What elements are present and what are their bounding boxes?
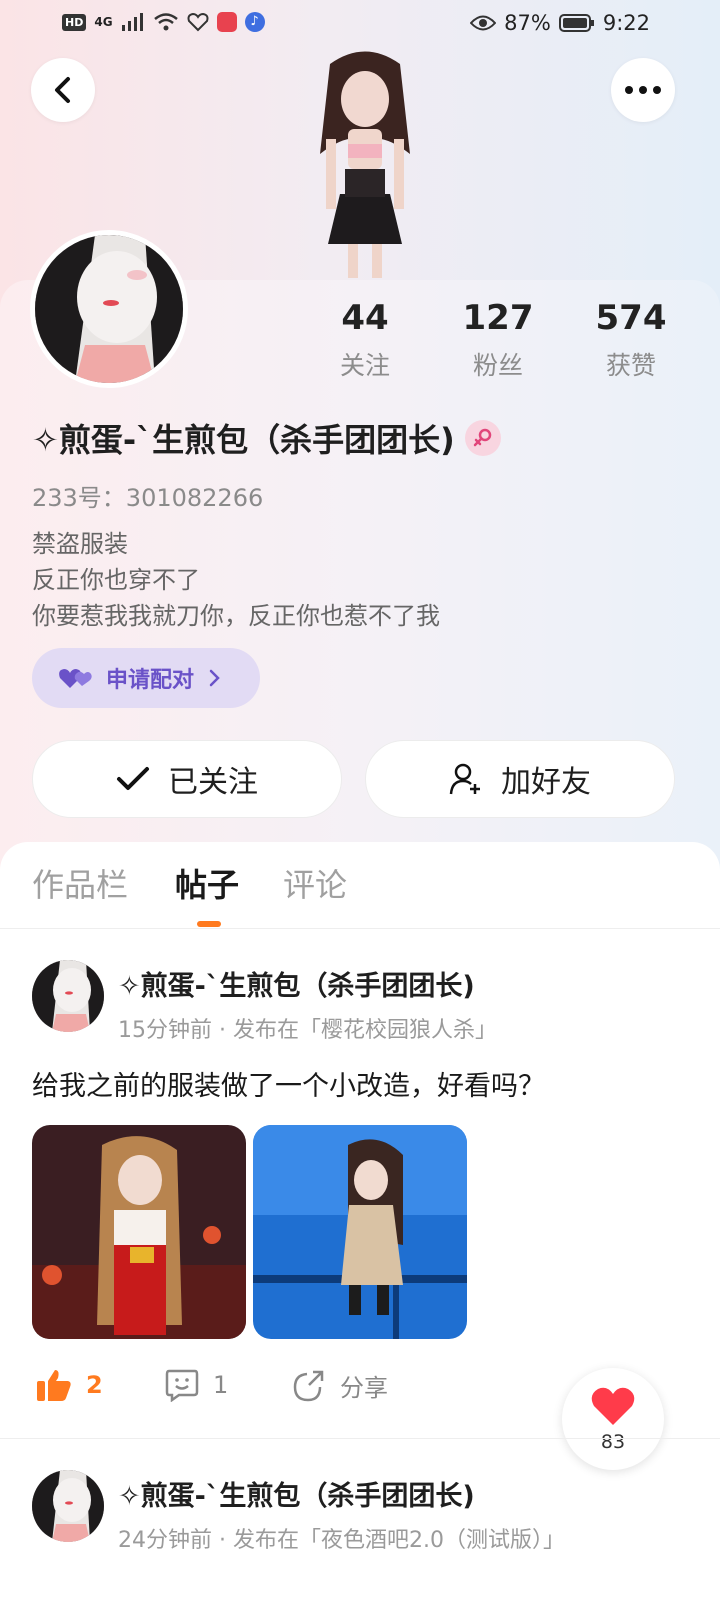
post-divider (0, 1438, 720, 1439)
signal-icon (121, 13, 143, 31)
character-banner-image (320, 51, 410, 278)
app-notification-icon (216, 12, 237, 32)
profile-page: HD 4G ♪ 87% 9:22 44 关注 127 粉丝 574 获赞 ✧煎蛋… (0, 0, 720, 1600)
comment-button[interactable]: 1 (165, 1368, 228, 1402)
add-friend-label: 加好友 (501, 765, 591, 800)
thumbs-up-icon (37, 1370, 71, 1401)
post-image[interactable] (253, 1125, 467, 1339)
avatar-image (35, 235, 183, 383)
post-author-avatar[interactable] (32, 960, 104, 1032)
stat-likes-value: 574 (595, 298, 667, 338)
request-pair-button[interactable]: 申请配对 (32, 648, 260, 708)
network-badge: 4G (94, 15, 113, 29)
followed-button[interactable]: 已关注 (32, 740, 342, 818)
stat-following-label: 关注 (339, 351, 390, 380)
wifi-icon (153, 13, 178, 31)
checkmark-icon (117, 767, 149, 790)
female-gender-icon (464, 420, 501, 456)
followed-label: 已关注 (168, 765, 258, 800)
like-button[interactable]: 2 (36, 1368, 103, 1402)
stat-followers-label: 粉丝 (472, 351, 523, 380)
profile-name-row: ✧煎蛋-ˋ生煎包（杀手团团长) (32, 415, 501, 461)
comment-count: 1 (213, 1371, 229, 1399)
bio-line: 你要惹我我就刀你，反正你也惹不了我 (32, 602, 440, 630)
profile-avatar[interactable] (30, 230, 188, 388)
request-pair-label: 申请配对 (106, 668, 195, 693)
stat-likes-label: 获赞 (605, 351, 656, 380)
add-friend-button[interactable]: 加好友 (365, 740, 675, 818)
favorite-count: 83 (600, 1431, 626, 1453)
chevron-left-icon (55, 77, 70, 103)
tab-divider (0, 928, 720, 929)
share-button[interactable]: 分享 (292, 1368, 388, 1403)
tab-comments[interactable]: 评论 (283, 860, 347, 906)
bio-line: 反正你也穿不了 (32, 566, 200, 594)
stat-followers-value: 127 (462, 298, 534, 338)
post-meta: 15分钟前 · 发布在「樱花校园狼人杀」 (118, 1018, 497, 1043)
character-photo (32, 1125, 246, 1339)
profile-tabs: 作品栏 帖子 评论 (0, 860, 720, 928)
chevron-right-icon (209, 669, 220, 687)
heart-icon (591, 1387, 635, 1425)
comment-icon (165, 1369, 199, 1402)
share-label: 分享 (340, 1374, 388, 1402)
post-meta: 24分钟前 · 发布在「夜色酒吧2.0（测试版）」 (118, 1528, 565, 1553)
stat-following-value: 44 (341, 298, 389, 338)
tab-posts[interactable]: 帖子 (175, 860, 239, 906)
battery-icon (558, 14, 594, 32)
back-button[interactable] (31, 58, 95, 122)
double-heart-icon (59, 669, 92, 688)
avatar-image (32, 960, 104, 1032)
eye-icon (470, 15, 497, 31)
tab-works[interactable]: 作品栏 (32, 860, 128, 906)
profile-id: 233号：301082266 (32, 484, 264, 512)
share-icon (293, 1370, 324, 1401)
status-bar-right: 87% 9:22 (470, 11, 650, 35)
avatar-image (32, 1470, 104, 1542)
character-photo (253, 1125, 467, 1339)
post-author-name[interactable]: ✧煎蛋-ˋ生煎包（杀手团团长) (118, 964, 475, 1003)
battery-percent: 87% (504, 11, 551, 35)
stat-following[interactable]: 44 关注 (305, 298, 425, 382)
tab-active-indicator (197, 921, 221, 927)
post-author-name[interactable]: ✧煎蛋-ˋ生煎包（杀手团团长) (118, 1474, 475, 1513)
stat-likes[interactable]: 574 获赞 (571, 298, 691, 382)
add-user-icon (449, 763, 480, 795)
status-bar-left: HD 4G ♪ (62, 12, 265, 32)
bio-line: 禁盗服装 (32, 530, 128, 558)
post-text[interactable]: 给我之前的服装做了一个小改造，好看吗？ (32, 1064, 545, 1103)
music-icon: ♪ (244, 12, 265, 32)
clock: 9:22 (602, 11, 650, 35)
profile-bio: 禁盗服装 反正你也穿不了 你要惹我我就刀你，反正你也惹不了我 (32, 526, 440, 634)
post-author-avatar[interactable] (32, 1470, 104, 1542)
more-button[interactable] (611, 58, 675, 122)
more-dots-icon (625, 86, 661, 94)
like-count: 2 (86, 1371, 103, 1399)
status-bar: HD 4G ♪ 87% 9:22 (0, 0, 720, 48)
profile-name: ✧煎蛋-ˋ生煎包（杀手团团长) (32, 421, 455, 459)
post-image[interactable] (32, 1125, 246, 1339)
stat-followers[interactable]: 127 粉丝 (438, 298, 558, 382)
favorite-fab[interactable]: 83 (562, 1368, 664, 1470)
hd-badge: HD (62, 13, 87, 31)
heart-rate-icon (187, 12, 209, 32)
